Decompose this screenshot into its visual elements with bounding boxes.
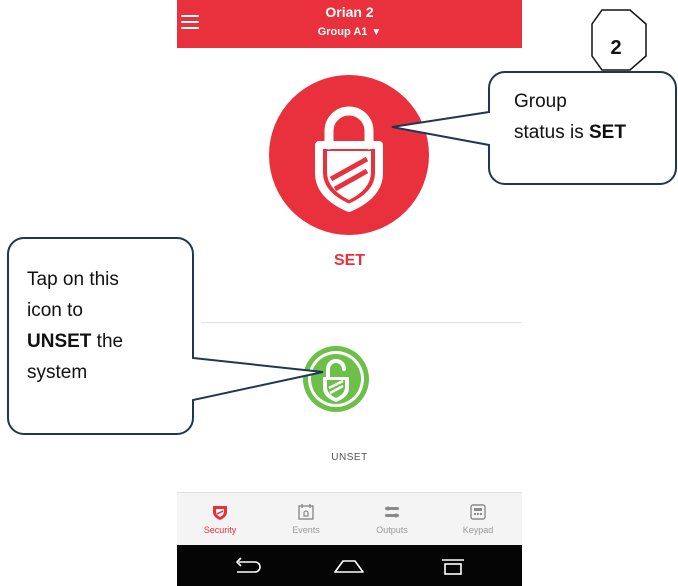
app-bar: Orian 2 Group A1 ▼ bbox=[177, 0, 522, 48]
step-number: 2 bbox=[610, 37, 622, 59]
back-button[interactable] bbox=[227, 553, 267, 579]
unset-button[interactable] bbox=[303, 346, 369, 412]
tab-outputs[interactable]: Outputs bbox=[349, 493, 435, 546]
annotated-screenshot: Orian 2 Group A1 ▼ SET UNSET Security Ev… bbox=[0, 0, 678, 586]
calendar-bell-icon bbox=[298, 504, 314, 520]
callout-line: system bbox=[27, 362, 88, 383]
callout-emphasis: UNSET bbox=[27, 331, 92, 352]
callout-emphasis: SET bbox=[588, 122, 626, 143]
group-selector[interactable]: Group A1 ▼ bbox=[177, 26, 522, 38]
back-arrow-icon bbox=[235, 557, 261, 573]
system-navigation-bar bbox=[177, 545, 522, 586]
app-title: Orian 2 bbox=[325, 4, 374, 20]
home-icon bbox=[334, 560, 364, 573]
callout-line: Tap on this bbox=[27, 269, 119, 290]
callout-line: status is SET bbox=[514, 122, 626, 143]
recents-button[interactable] bbox=[433, 553, 473, 579]
tab-security[interactable]: Security bbox=[177, 493, 263, 546]
home-button[interactable] bbox=[329, 553, 369, 579]
status-label: SET bbox=[333, 252, 366, 269]
phone-screen: Orian 2 Group A1 ▼ SET UNSET Security Ev… bbox=[177, 0, 522, 586]
callout-line: icon to bbox=[27, 300, 83, 321]
tab-keypad[interactable]: Keypad bbox=[435, 493, 521, 546]
tap-hint-callout-text: Tap on this icon to UNSET the system bbox=[27, 264, 123, 388]
caret-down-icon: ▼ bbox=[371, 27, 382, 38]
callout-line: UNSET the bbox=[27, 331, 124, 352]
unlocked-padlock-icon bbox=[308, 351, 364, 407]
bottom-navigation: Security Events Outputs Keypad bbox=[177, 492, 522, 546]
locked-padlock-icon bbox=[315, 106, 383, 212]
group-selector-label: Group A1 bbox=[317, 26, 368, 38]
keypad-icon bbox=[470, 504, 486, 520]
recents-icon bbox=[442, 559, 464, 575]
set-status-indicator bbox=[269, 75, 429, 235]
tab-label: Events bbox=[292, 525, 320, 535]
tab-events[interactable]: Events bbox=[263, 493, 349, 546]
sliders-icon bbox=[385, 506, 399, 518]
group-status-callout-text: Group status is SET bbox=[514, 86, 626, 148]
shield-icon bbox=[213, 506, 227, 520]
callout-line: Group bbox=[514, 91, 567, 112]
tab-label: Security bbox=[203, 525, 237, 535]
tab-label: Outputs bbox=[376, 525, 408, 535]
tab-label: Keypad bbox=[462, 525, 494, 535]
divider bbox=[201, 322, 522, 323]
unset-label: UNSET bbox=[331, 452, 368, 463]
